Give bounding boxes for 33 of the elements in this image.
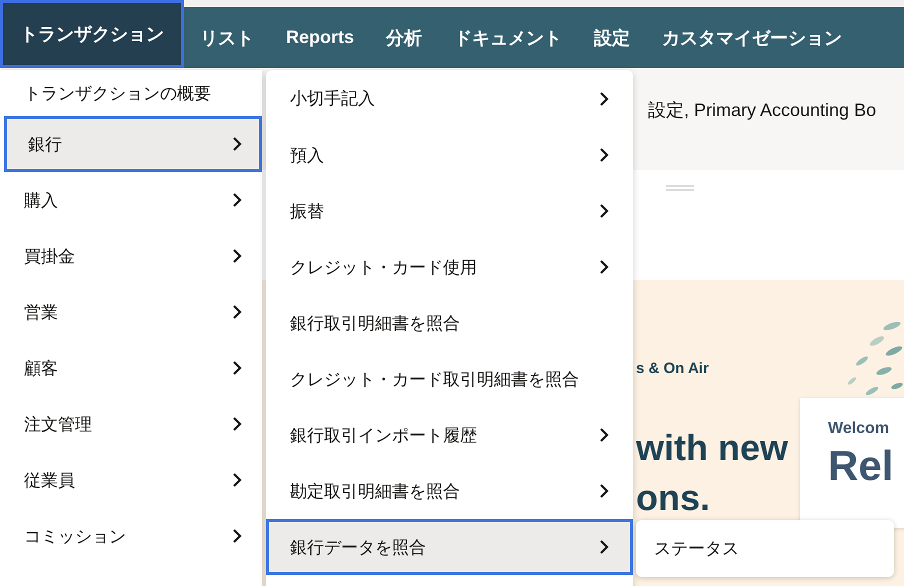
menu-item[interactable]: 銀行 [4, 116, 262, 172]
welcome-label: Welcom [828, 420, 890, 438]
menu-item[interactable]: 従業員 [0, 452, 262, 508]
nav-tab[interactable]: リスト [184, 7, 270, 68]
menu-item[interactable]: 注文管理 [0, 396, 262, 452]
banner-headline: ons. [636, 476, 712, 520]
menu-item[interactable]: 銀行取引インポート履歴 [266, 407, 633, 463]
nav-tab[interactable]: 設定 [578, 7, 646, 68]
menu-item[interactable]: 購入 [0, 172, 262, 228]
nav-tab[interactable]: 分析 [370, 7, 438, 68]
drag-handle-icon[interactable] [666, 185, 694, 191]
welcome-title: Rel [828, 442, 894, 490]
menu-item[interactable]: 買掛金 [0, 228, 262, 284]
menu-item[interactable]: 顧客 [0, 340, 262, 396]
menu-item[interactable]: 営業 [0, 284, 262, 340]
menu-item[interactable]: クレジット・カード使用 [266, 239, 633, 295]
page-subtitle: 設定, Primary Accounting Bo [648, 99, 876, 122]
menu-item[interactable]: 預入 [266, 127, 633, 183]
menu-item[interactable]: コミッション [0, 508, 262, 564]
menu-item[interactable]: 勘定取引明細書を照合 [266, 463, 633, 519]
menu-item[interactable]: ステータス [636, 520, 894, 577]
banner-eyebrow: s & On Air [636, 360, 710, 377]
menu-item[interactable]: トランザクションの概要 [0, 70, 262, 116]
banner-headline: with new [636, 426, 788, 470]
nav-tab[interactable]: ドキュメント [438, 7, 578, 68]
menu-item[interactable]: 銀行取引明細書を照合 [266, 295, 633, 351]
nav-tab[interactable]: カスタマイゼーション [646, 7, 858, 68]
menu-item[interactable]: 銀行データを照合 [266, 519, 633, 575]
nav-tab[interactable]: Reports [270, 7, 370, 68]
menu-item[interactable]: クレジット・カード取引明細書を照合 [266, 351, 633, 407]
menu-item[interactable]: 小切手記入 [266, 70, 633, 127]
menu-item[interactable]: 振替 [266, 183, 633, 239]
nav-tab[interactable]: トランザクション [0, 0, 184, 68]
